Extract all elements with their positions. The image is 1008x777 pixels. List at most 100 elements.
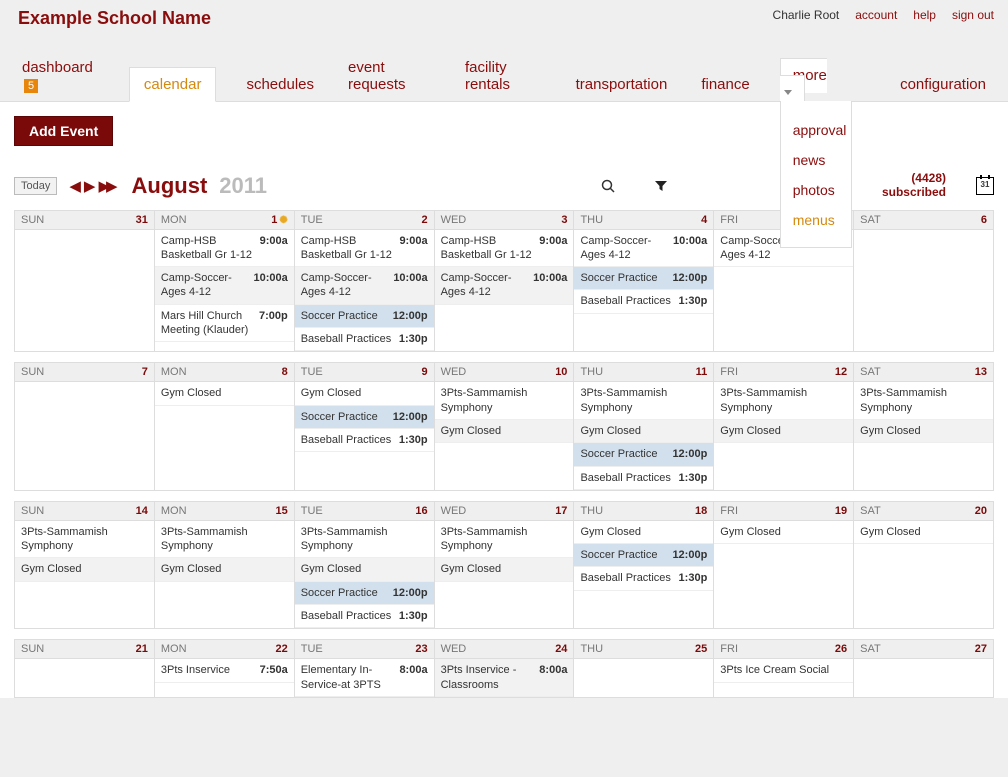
calendar-event[interactable]: 3Pts-Sammamish Symphony xyxy=(714,382,853,420)
calendar-event[interactable]: Gym Closed xyxy=(155,382,294,405)
calendar-event[interactable]: Camp-Soccer-Ages 4-1210:00a xyxy=(155,267,294,305)
calendar-day[interactable]: SAT133Pts-Sammamish SymphonyGym Closed xyxy=(853,362,994,489)
calendar-day[interactable]: FRI123Pts-Sammamish SymphonyGym Closed xyxy=(713,362,853,489)
day-header: SAT13 xyxy=(854,362,993,382)
calendar-day[interactable]: FRI19Gym Closed xyxy=(713,501,853,628)
tab-finance[interactable]: finance xyxy=(697,68,753,101)
calendar-day[interactable]: MON223Pts Inservice7:50a xyxy=(154,639,294,697)
calendar-event[interactable]: Camp-HSB Basketball Gr 1-129:00a xyxy=(155,230,294,268)
calendar-event[interactable]: 3Pts Ice Cream Social xyxy=(714,659,853,682)
account-link[interactable]: account xyxy=(855,8,897,22)
calendar-event[interactable]: 3Pts Inservice - Classrooms8:00a xyxy=(435,659,574,697)
more-photos[interactable]: photos xyxy=(793,175,851,205)
calendar-event[interactable]: Gym Closed xyxy=(574,420,713,443)
add-event-button[interactable]: Add Event xyxy=(14,116,113,146)
calendar-day[interactable]: FRI263Pts Ice Cream Social xyxy=(713,639,853,697)
calendar-day[interactable]: SAT6 xyxy=(853,210,994,352)
calendar-event[interactable]: Soccer Practice12:00p xyxy=(295,305,434,328)
calendar-event[interactable]: Soccer Practice12:00p xyxy=(295,582,434,605)
more-approval[interactable]: approval xyxy=(793,115,851,145)
calendar-event[interactable]: Soccer Practice12:00p xyxy=(574,267,713,290)
calendar-event[interactable]: Camp-Soccer-Ages 4-1210:00a xyxy=(435,267,574,305)
calendar-event[interactable]: Gym Closed xyxy=(435,558,574,581)
calendar-event[interactable]: Baseball Practices1:30p xyxy=(295,605,434,628)
calendar-day[interactable]: MON153Pts-Sammamish SymphonyGym Closed xyxy=(154,501,294,628)
calendar-day[interactable]: WED243Pts Inservice - Classrooms8:00a xyxy=(434,639,574,697)
event-name: 3Pts-Sammamish Symphony xyxy=(720,386,847,415)
calendar-event[interactable]: Soccer Practice12:00p xyxy=(574,544,713,567)
calendar-event[interactable]: Gym Closed xyxy=(854,420,993,443)
calendar-day[interactable]: TUE163Pts-Sammamish SymphonyGym ClosedSo… xyxy=(294,501,434,628)
next-month-icon[interactable]: ▶ xyxy=(84,177,96,195)
calendar-event[interactable]: 3Pts-Sammamish Symphony xyxy=(435,382,574,420)
calendar-icon[interactable]: 31 xyxy=(976,177,994,195)
calendar-day[interactable]: SAT20Gym Closed xyxy=(853,501,994,628)
calendar-day[interactable]: WED173Pts-Sammamish SymphonyGym Closed xyxy=(434,501,574,628)
calendar-event[interactable]: Elementary In-Service-at 3PTS8:00a xyxy=(295,659,434,697)
calendar-day[interactable]: SUN143Pts-Sammamish SymphonyGym Closed xyxy=(14,501,154,628)
calendar-event[interactable]: Camp-Soccer-Ages 4-1210:00a xyxy=(574,230,713,268)
signout-link[interactable]: sign out xyxy=(952,8,994,22)
calendar-day[interactable]: SUN31 xyxy=(14,210,154,352)
tab-configuration[interactable]: configuration xyxy=(896,68,990,101)
calendar-day[interactable]: TUE23Elementary In-Service-at 3PTS8:00a xyxy=(294,639,434,697)
calendar-day[interactable]: MON8Gym Closed xyxy=(154,362,294,489)
calendar-event[interactable]: Gym Closed xyxy=(435,420,574,443)
day-header: THU18 xyxy=(574,501,713,521)
calendar-event[interactable]: Gym Closed xyxy=(155,558,294,581)
calendar-day[interactable]: SUN21 xyxy=(14,639,154,697)
tab-facility-rentals[interactable]: facility rentals xyxy=(461,51,546,101)
calendar-event[interactable]: Camp-Soccer-Ages 4-1210:00a xyxy=(295,267,434,305)
calendar-event[interactable]: Gym Closed xyxy=(295,558,434,581)
calendar-event[interactable]: Gym Closed xyxy=(295,382,434,405)
calendar-event[interactable]: 3Pts-Sammamish Symphony xyxy=(155,521,294,559)
calendar-event[interactable]: Soccer Practice12:00p xyxy=(574,443,713,466)
subscribed-info[interactable]: (4428) subscribed xyxy=(882,172,946,200)
more-news[interactable]: news xyxy=(793,145,851,175)
today-button[interactable]: Today xyxy=(14,177,57,195)
help-link[interactable]: help xyxy=(913,8,936,22)
calendar-day[interactable]: SUN7 xyxy=(14,362,154,489)
calendar-event[interactable]: Gym Closed xyxy=(15,558,154,581)
calendar-event[interactable]: 3Pts-Sammamish Symphony xyxy=(854,382,993,420)
calendar-event[interactable]: 3Pts-Sammamish Symphony xyxy=(295,521,434,559)
calendar-event[interactable]: Soccer Practice12:00p xyxy=(295,406,434,429)
calendar-day[interactable]: THU18Gym ClosedSoccer Practice12:00pBase… xyxy=(573,501,713,628)
calendar-event[interactable]: 3Pts Inservice7:50a xyxy=(155,659,294,682)
calendar-day[interactable]: THU4Camp-Soccer-Ages 4-1210:00aSoccer Pr… xyxy=(573,210,713,352)
prev-month-icon[interactable]: ◀ xyxy=(69,177,81,195)
calendar-day[interactable]: TUE2Camp-HSB Basketball Gr 1-129:00aCamp… xyxy=(294,210,434,352)
next-year-icon[interactable]: ▶▶ xyxy=(98,177,113,195)
calendar-day[interactable]: TUE9Gym ClosedSoccer Practice12:00pBaseb… xyxy=(294,362,434,489)
calendar-day[interactable]: SAT27 xyxy=(853,639,994,697)
calendar-event[interactable]: Camp-HSB Basketball Gr 1-129:00a xyxy=(435,230,574,268)
tab-schedules[interactable]: schedules xyxy=(242,68,318,101)
calendar-day[interactable]: MON1✺Camp-HSB Basketball Gr 1-129:00aCam… xyxy=(154,210,294,352)
tab-calendar[interactable]: calendar xyxy=(129,67,217,102)
calendar-day[interactable]: THU25 xyxy=(573,639,713,697)
calendar-event[interactable]: Baseball Practices1:30p xyxy=(574,467,713,490)
search-icon[interactable] xyxy=(600,178,616,194)
calendar-event[interactable]: Gym Closed xyxy=(714,521,853,544)
calendar-event[interactable]: Gym Closed xyxy=(574,521,713,544)
calendar-event[interactable]: Gym Closed xyxy=(714,420,853,443)
event-time: 12:00p xyxy=(393,410,428,424)
tab-transportation[interactable]: transportation xyxy=(572,68,672,101)
calendar-event[interactable]: Baseball Practices1:30p xyxy=(295,328,434,351)
tab-event-requests[interactable]: event requests xyxy=(344,51,435,101)
calendar-event[interactable]: Mars Hill Church Meeting (Klauder)7:00p xyxy=(155,305,294,343)
calendar-event[interactable]: 3Pts-Sammamish Symphony xyxy=(435,521,574,559)
calendar-event[interactable]: Baseball Practices1:30p xyxy=(574,290,713,313)
calendar-event[interactable]: Baseball Practices1:30p xyxy=(295,429,434,452)
more-menus[interactable]: menus xyxy=(793,205,851,235)
calendar-event[interactable]: Gym Closed xyxy=(854,521,993,544)
calendar-day[interactable]: WED3Camp-HSB Basketball Gr 1-129:00aCamp… xyxy=(434,210,574,352)
calendar-day[interactable]: WED103Pts-Sammamish SymphonyGym Closed xyxy=(434,362,574,489)
calendar-event[interactable]: 3Pts-Sammamish Symphony xyxy=(574,382,713,420)
calendar-day[interactable]: THU113Pts-Sammamish SymphonyGym ClosedSo… xyxy=(573,362,713,489)
calendar-event[interactable]: 3Pts-Sammamish Symphony xyxy=(15,521,154,559)
filter-icon[interactable] xyxy=(654,178,668,193)
tab-dashboard[interactable]: dashboard 5 xyxy=(18,51,103,101)
calendar-event[interactable]: Camp-HSB Basketball Gr 1-129:00a xyxy=(295,230,434,268)
calendar-event[interactable]: Baseball Practices1:30p xyxy=(574,567,713,590)
